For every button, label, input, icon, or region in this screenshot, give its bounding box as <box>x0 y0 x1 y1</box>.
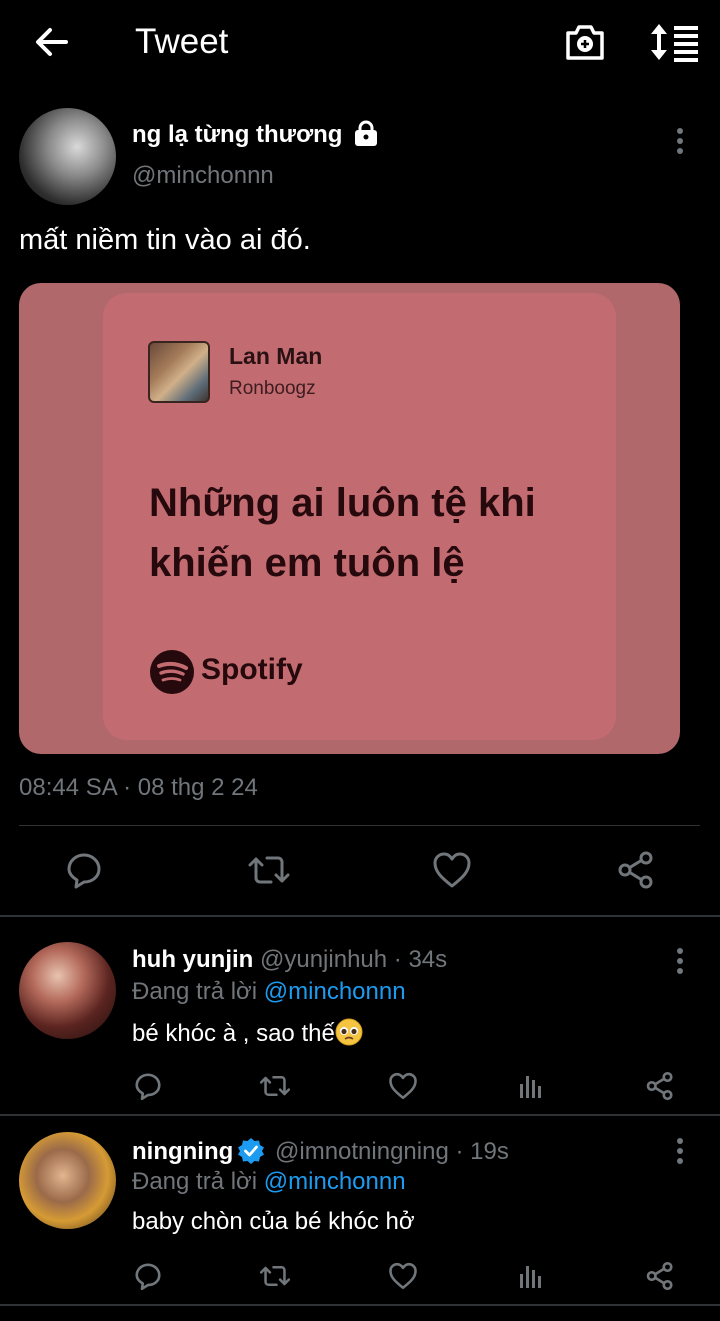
share-icon[interactable] <box>645 1261 675 1291</box>
author-handle[interactable]: @minchonnn <box>132 162 274 190</box>
like-heart-icon[interactable] <box>388 1262 418 1290</box>
like-heart-icon[interactable] <box>388 1072 418 1100</box>
tweet-media[interactable]: Lan Man Ronboogz Những ai luôn tệ khi kh… <box>19 283 680 754</box>
retweet-icon[interactable] <box>247 850 291 890</box>
more-options-icon[interactable] <box>668 126 692 156</box>
album-art <box>148 341 210 403</box>
divider <box>0 1114 720 1116</box>
lyrics-text: Những ai luôn tệ khi khiến em tuôn lệ <box>149 481 536 585</box>
more-options-icon[interactable] <box>668 946 692 976</box>
replying-prefix: Đang trả lời <box>132 1168 258 1195</box>
page-title: Tweet <box>135 22 229 61</box>
author-name[interactable]: ng lạ từng thương <box>132 121 342 149</box>
divider <box>19 825 700 826</box>
reply-text-line: bé khóc à , sao thế <box>132 1018 363 1048</box>
share-icon[interactable] <box>645 1071 675 1101</box>
sort-lines-icon[interactable] <box>648 20 700 64</box>
reply-text: baby chòn của bé khóc hở <box>132 1208 415 1235</box>
spotify-brand: Spotify <box>201 653 303 686</box>
song-artist: Ronboogz <box>229 378 316 399</box>
replying-to-line: Đang trả lời @minchonnn <box>132 1168 406 1196</box>
retweet-icon[interactable] <box>259 1261 291 1291</box>
author-avatar[interactable] <box>19 108 116 205</box>
reply-icon[interactable] <box>64 850 104 890</box>
analytics-icon[interactable] <box>518 1072 544 1100</box>
mention-link[interactable]: @minchonnn <box>264 1168 406 1195</box>
pleading-face-emoji-icon <box>335 1018 363 1046</box>
reply-author-name[interactable]: huh yunjin <box>132 946 253 974</box>
back-arrow-icon[interactable] <box>30 22 74 62</box>
replying-prefix: Đang trả lời <box>132 978 258 1005</box>
camera-plus-icon[interactable] <box>563 20 607 64</box>
reply-handle-time: @yunjinhuh · 34s <box>260 946 448 973</box>
mention-link[interactable]: @minchonnn <box>264 978 406 1005</box>
verified-badge-icon <box>237 1137 265 1165</box>
spotify-lyrics-card: Lan Man Ronboogz Những ai luôn tệ khi kh… <box>103 293 616 740</box>
analytics-icon[interactable] <box>518 1262 544 1290</box>
top-bar: Tweet <box>0 0 720 86</box>
divider <box>0 1304 720 1306</box>
tweet-text: mất niềm tin vào ai đó. <box>19 224 311 256</box>
tweet-timestamp: 08:44 SA · 08 thg 2 24 <box>19 774 258 801</box>
divider <box>0 915 720 917</box>
replying-to-line: Đang trả lời @minchonnn <box>132 978 406 1006</box>
more-options-icon[interactable] <box>668 1136 692 1166</box>
reply-handle-time: @imnotningning · 19s <box>275 1138 509 1165</box>
reply-icon[interactable] <box>133 1071 163 1101</box>
retweet-icon[interactable] <box>259 1071 291 1101</box>
lock-icon <box>352 120 380 148</box>
reply-avatar[interactable] <box>19 1132 116 1229</box>
spotify-logo-icon <box>149 649 195 695</box>
reply-author-name[interactable]: ningning <box>132 1138 233 1166</box>
like-heart-icon[interactable] <box>432 851 472 889</box>
song-title: Lan Man <box>229 343 323 369</box>
reply-text: bé khóc à , sao thế <box>132 1020 335 1047</box>
share-icon[interactable] <box>616 850 656 890</box>
reply-avatar[interactable] <box>19 942 116 1039</box>
reply-icon[interactable] <box>133 1261 163 1291</box>
